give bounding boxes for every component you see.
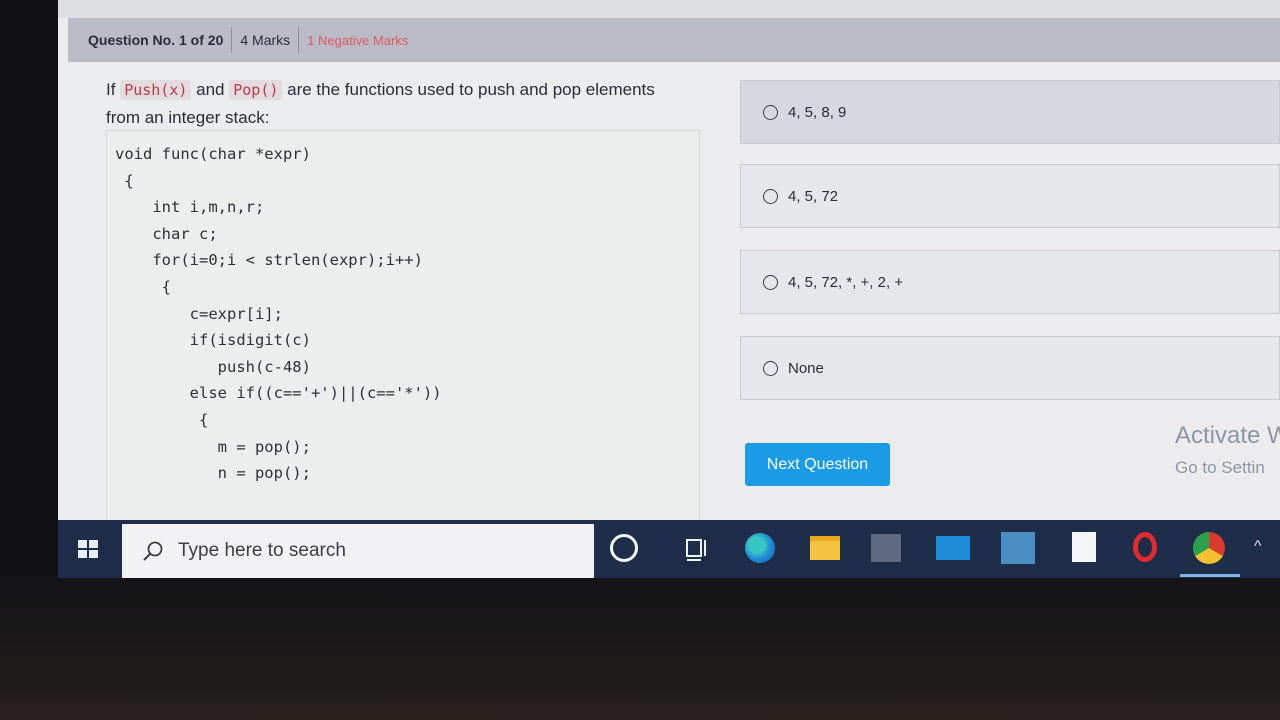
start-tile	[78, 550, 87, 558]
code-block[interactable]: void func(char *expr) { int i,m,n,r; cha…	[106, 130, 700, 527]
activate-windows-subtitle[interactable]: Go to Settin	[1175, 458, 1265, 478]
file-icon[interactable]	[1072, 532, 1096, 562]
chrome-icon[interactable]	[1193, 532, 1225, 564]
top-strip	[58, 0, 1280, 18]
taskbar: Type here to search ^	[58, 520, 1280, 578]
edge-icon[interactable]	[745, 533, 775, 563]
option-3[interactable]: 4, 5, 72, *, +, 2, +	[740, 250, 1280, 314]
option-1[interactable]: 4, 5, 8, 9	[740, 80, 1280, 144]
start-tile	[78, 540, 87, 548]
option-label: 4, 5, 72	[788, 187, 839, 205]
radio-button[interactable]	[763, 188, 778, 204]
taskbar-search-box[interactable]: Type here to search	[122, 524, 594, 578]
option-2[interactable]: 4, 5, 72	[740, 164, 1280, 228]
negative-marks-label: 1 Negative Marks	[307, 32, 409, 48]
screen-bezel-bottom	[0, 576, 1280, 720]
question-panel: If Push(x) and Pop() are the functions u…	[68, 62, 718, 527]
activate-windows-title: Activate W	[1175, 422, 1280, 449]
divider	[298, 27, 300, 53]
opera-icon[interactable]	[1133, 532, 1157, 562]
cortana-icon[interactable]	[610, 534, 638, 562]
start-tile	[89, 550, 98, 558]
push-function-code: Push(x)	[120, 80, 192, 100]
start-tile	[89, 540, 98, 548]
question-text-and: and	[196, 80, 225, 99]
task-view-icon[interactable]	[681, 532, 713, 564]
windows-start-icon[interactable]	[78, 540, 98, 558]
marks-label: 4 Marks	[240, 32, 291, 48]
chevron-up-icon[interactable]: ^	[1254, 538, 1262, 556]
radio-button[interactable]	[763, 104, 778, 120]
option-label: 4, 5, 8, 9	[788, 103, 847, 121]
next-question-button[interactable]: Next Question	[745, 443, 890, 486]
question-number: Question No. 1 of 20	[88, 32, 224, 48]
option-label: 4, 5, 72, *, +, 2, +	[788, 273, 904, 291]
store-icon[interactable]	[871, 534, 901, 562]
search-placeholder: Type here to search	[178, 540, 346, 561]
radio-button[interactable]	[763, 274, 778, 290]
radio-button[interactable]	[763, 360, 778, 376]
question-text: If Push(x) and Pop() are the functions u…	[106, 76, 666, 132]
file-explorer-icon[interactable]	[810, 536, 840, 560]
search-icon	[143, 541, 163, 561]
divider	[231, 27, 233, 53]
code-text: void func(char *expr) { int i,m,n,r; cha…	[115, 145, 442, 483]
question-header: Question No. 1 of 20 4 Marks 1 Negative …	[68, 18, 1280, 62]
photo-app-icon[interactable]	[1001, 532, 1035, 564]
active-app-indicator	[1180, 574, 1240, 577]
mail-icon[interactable]	[936, 536, 970, 560]
pop-function-code: Pop()	[229, 80, 283, 100]
screen: Question No. 1 of 20 4 Marks 1 Negative …	[58, 0, 1280, 578]
question-text-prefix: If	[106, 80, 116, 99]
option-4[interactable]: None	[740, 336, 1280, 400]
screen-bezel-left	[0, 0, 62, 580]
option-label: None	[788, 359, 824, 377]
